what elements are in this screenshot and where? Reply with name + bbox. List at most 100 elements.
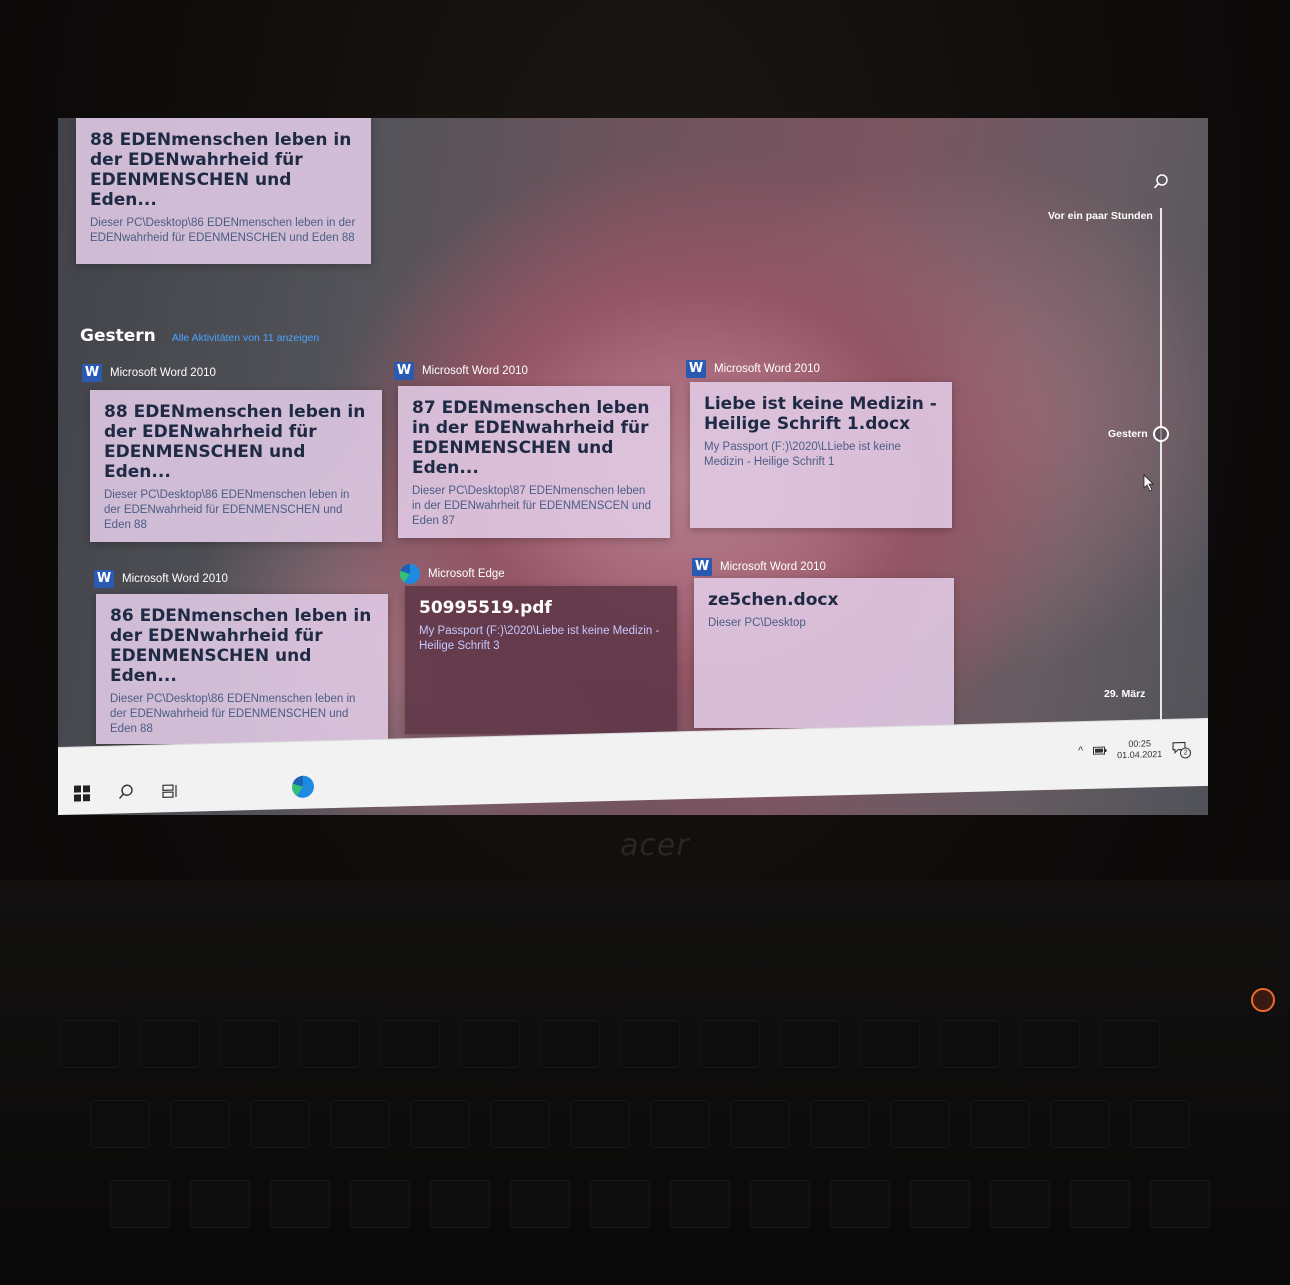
edge-taskbar-button[interactable] xyxy=(290,773,316,800)
taskbar-search-button[interactable] xyxy=(114,780,138,805)
app-label: W Microsoft Word 2010 xyxy=(692,558,826,576)
section-header: Gestern Alle Aktivitäten von 11 anzeigen xyxy=(80,326,319,346)
keyboard-key xyxy=(700,1020,760,1068)
timeline-handle[interactable] xyxy=(1153,426,1169,442)
keyboard-key xyxy=(510,1180,570,1228)
windows-icon xyxy=(74,785,90,802)
edge-icon xyxy=(292,775,314,799)
start-button[interactable] xyxy=(70,781,94,806)
keyboard-key xyxy=(1020,1020,1080,1068)
app-name: Microsoft Word 2010 xyxy=(110,367,216,379)
screen: 88 EDENmenschen leben in der EDENwahrhei… xyxy=(58,118,1208,815)
chevron-up-icon[interactable]: ^ xyxy=(1078,745,1083,757)
word-icon: W xyxy=(686,360,706,378)
keyboard-key xyxy=(330,1100,390,1148)
keyboard-key xyxy=(1130,1100,1190,1148)
card-title: Liebe ist keine Medizin - Heilige Schrif… xyxy=(704,394,937,434)
show-all-activities-link[interactable]: Alle Aktivitäten von 11 anzeigen xyxy=(172,332,320,344)
keyboard-key xyxy=(490,1100,550,1148)
keyboard-key xyxy=(990,1180,1050,1228)
keyboard-key xyxy=(830,1180,890,1228)
keyboard-key xyxy=(300,1020,360,1068)
laptop-keyboard xyxy=(0,880,1290,1285)
keyboard-key xyxy=(620,1020,680,1068)
keyboard-key xyxy=(110,1180,170,1228)
keyboard-key xyxy=(750,1180,810,1228)
search-icon[interactable] xyxy=(1153,174,1169,190)
app-label: W Microsoft Word 2010 xyxy=(94,570,228,588)
word-icon: W xyxy=(82,364,102,382)
card-subtitle: Dieser PC\Desktop\86 EDENmenschen leben … xyxy=(110,693,356,735)
app-name: Microsoft Word 2010 xyxy=(422,365,528,377)
card-subtitle: Dieser PC\Desktop\86 EDENmenschen leben … xyxy=(104,489,350,531)
system-tray: ^ 00:25 01.04.2021 2 xyxy=(1078,737,1192,762)
app-name: Microsoft Word 2010 xyxy=(122,573,228,585)
activity-card[interactable]: 86 EDENmenschen leben in der EDENwahrhei… xyxy=(96,594,388,744)
activity-card[interactable]: 88 EDENmenschen leben in der EDENwahrhei… xyxy=(90,390,382,542)
task-view-button[interactable] xyxy=(158,779,182,804)
activity-card-top[interactable]: 88 EDENmenschen leben in der EDENwahrhei… xyxy=(76,118,371,264)
keyboard-key xyxy=(940,1020,1000,1068)
keyboard-key xyxy=(570,1100,630,1148)
keyboard-key xyxy=(670,1180,730,1228)
mouse-cursor-icon xyxy=(1143,474,1154,492)
battery-icon[interactable] xyxy=(1093,746,1107,755)
keyboard-key xyxy=(410,1100,470,1148)
clock[interactable]: 00:25 01.04.2021 xyxy=(1117,738,1162,761)
timeline-label-top[interactable]: Vor ein paar Stunden xyxy=(1048,210,1153,222)
timeline-track[interactable] xyxy=(1160,208,1162,738)
keyboard-key xyxy=(730,1100,790,1148)
notification-badge: 2 xyxy=(1180,747,1192,759)
app-name: Microsoft Edge xyxy=(428,568,505,580)
section-title: Gestern xyxy=(80,326,156,346)
keyboard-key xyxy=(460,1020,520,1068)
keyboard-key xyxy=(250,1100,310,1148)
keyboard-key xyxy=(1070,1180,1130,1228)
timeline-label-current[interactable]: Gestern xyxy=(1108,428,1148,440)
activity-card[interactable]: 87 EDENmenschen leben in der EDENwahrhei… xyxy=(398,386,670,538)
keyboard-key xyxy=(270,1180,330,1228)
edge-icon xyxy=(400,564,420,584)
card-subtitle: My Passport (F:)\2020\Liebe ist keine Me… xyxy=(419,625,660,652)
keyboard-key xyxy=(170,1100,230,1148)
keyboard-key xyxy=(140,1020,200,1068)
keyboard-key xyxy=(910,1180,970,1228)
keyboard-key xyxy=(810,1100,870,1148)
card-subtitle: My Passport (F:)\2020\LLiebe ist keine M… xyxy=(704,441,901,468)
keyboard-key xyxy=(1050,1100,1110,1148)
keyboard-key xyxy=(970,1100,1030,1148)
task-view-icon xyxy=(162,784,177,798)
word-icon: W xyxy=(94,570,114,588)
app-label: W Microsoft Word 2010 xyxy=(394,362,528,380)
keyboard-key xyxy=(190,1180,250,1228)
keyboard-key xyxy=(60,1020,120,1068)
activity-card[interactable]: Liebe ist keine Medizin - Heilige Schrif… xyxy=(690,382,952,528)
keyboard-key xyxy=(860,1020,920,1068)
keyboard-key xyxy=(1150,1180,1210,1228)
keyboard-key xyxy=(780,1020,840,1068)
card-title: 86 EDENmenschen leben in der EDENwahrhei… xyxy=(110,606,372,686)
power-button-icon[interactable] xyxy=(1251,988,1275,1012)
search-icon xyxy=(118,784,133,799)
timeline-label-bottom[interactable]: 29. März xyxy=(1104,688,1145,700)
activity-card[interactable]: ze5chen.docx Dieser PC\Desktop xyxy=(694,578,954,728)
clock-date: 01.04.2021 xyxy=(1117,749,1163,761)
action-center-button[interactable]: 2 xyxy=(1172,741,1192,759)
keyboard-key xyxy=(380,1020,440,1068)
card-title: 87 EDENmenschen leben in der EDENwahrhei… xyxy=(412,398,650,478)
card-title: 50995519.pdf xyxy=(419,598,552,618)
word-icon: W xyxy=(692,558,712,576)
card-title: 88 EDENmenschen leben in der EDENwahrhei… xyxy=(90,130,352,210)
keyboard-key xyxy=(540,1020,600,1068)
card-subtitle: Dieser PC\Desktop\86 EDENmenschen leben … xyxy=(90,217,356,244)
keyboard-key xyxy=(220,1020,280,1068)
keyboard-key xyxy=(90,1100,150,1148)
app-label: W Microsoft Word 2010 xyxy=(686,360,820,378)
app-label: Microsoft Edge xyxy=(400,564,505,584)
app-name: Microsoft Word 2010 xyxy=(714,363,820,375)
activity-card[interactable]: 50995519.pdf My Passport (F:)\2020\Liebe… xyxy=(405,586,677,734)
card-subtitle: Dieser PC\Desktop\87 EDENmenschen leben … xyxy=(412,485,652,527)
keyboard-key xyxy=(430,1180,490,1228)
word-icon: W xyxy=(394,362,414,380)
keyboard-key xyxy=(350,1180,410,1228)
